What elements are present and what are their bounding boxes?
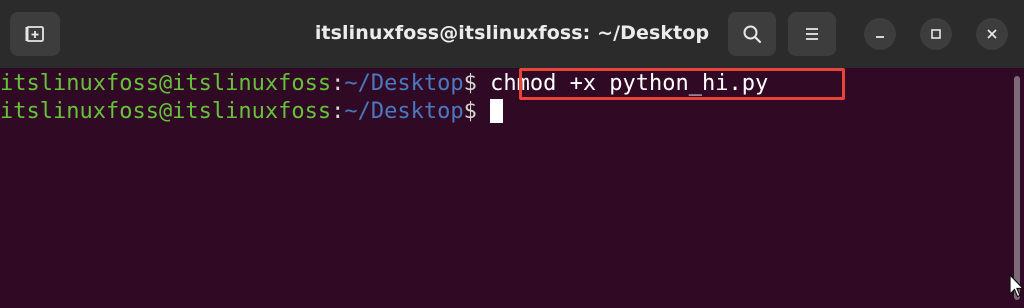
maximize-button[interactable] xyxy=(920,18,952,50)
titlebar: itslinuxfoss@itslinuxfoss: ~/Desktop xyxy=(0,0,1024,68)
scrollbar-thumb[interactable] xyxy=(1014,76,1020,300)
close-button[interactable] xyxy=(976,18,1008,50)
minimize-icon xyxy=(876,36,884,38)
new-tab-button[interactable] xyxy=(10,12,60,56)
mouse-pointer-icon xyxy=(1009,274,1024,298)
prompt-path: ~/Desktop xyxy=(344,99,464,124)
prompt-dollar: $ xyxy=(463,99,477,124)
terminal-line: itslinuxfoss@itslinuxfoss:~/Desktop$ chm… xyxy=(0,70,1010,98)
terminal-output[interactable]: itslinuxfoss@itslinuxfoss:~/Desktop$ chm… xyxy=(0,68,1010,308)
search-button[interactable] xyxy=(728,12,776,56)
command-text xyxy=(477,99,490,124)
search-icon xyxy=(743,25,762,44)
prompt-colon: : xyxy=(331,71,345,96)
prompt-dollar: $ xyxy=(463,71,477,96)
minimize-button[interactable] xyxy=(864,18,896,50)
new-tab-icon xyxy=(25,26,44,42)
text-cursor xyxy=(490,99,504,123)
terminal-line: itslinuxfoss@itslinuxfoss:~/Desktop$ xyxy=(0,98,1010,126)
prompt-path: ~/Desktop xyxy=(344,71,464,96)
prompt-colon: : xyxy=(331,99,345,124)
close-icon xyxy=(987,29,997,39)
hamburger-menu-icon xyxy=(806,28,818,40)
terminal-window: itslinuxfoss@itslinuxfoss: ~/Desktop its… xyxy=(0,0,1024,308)
prompt-user: itslinuxfoss@itslinuxfoss xyxy=(0,99,332,124)
command-highlight-box xyxy=(519,68,845,100)
prompt-user: itslinuxfoss@itslinuxfoss xyxy=(0,71,332,96)
menu-button[interactable] xyxy=(788,12,836,56)
maximize-icon xyxy=(931,29,941,39)
scrollbar[interactable] xyxy=(1010,68,1024,308)
